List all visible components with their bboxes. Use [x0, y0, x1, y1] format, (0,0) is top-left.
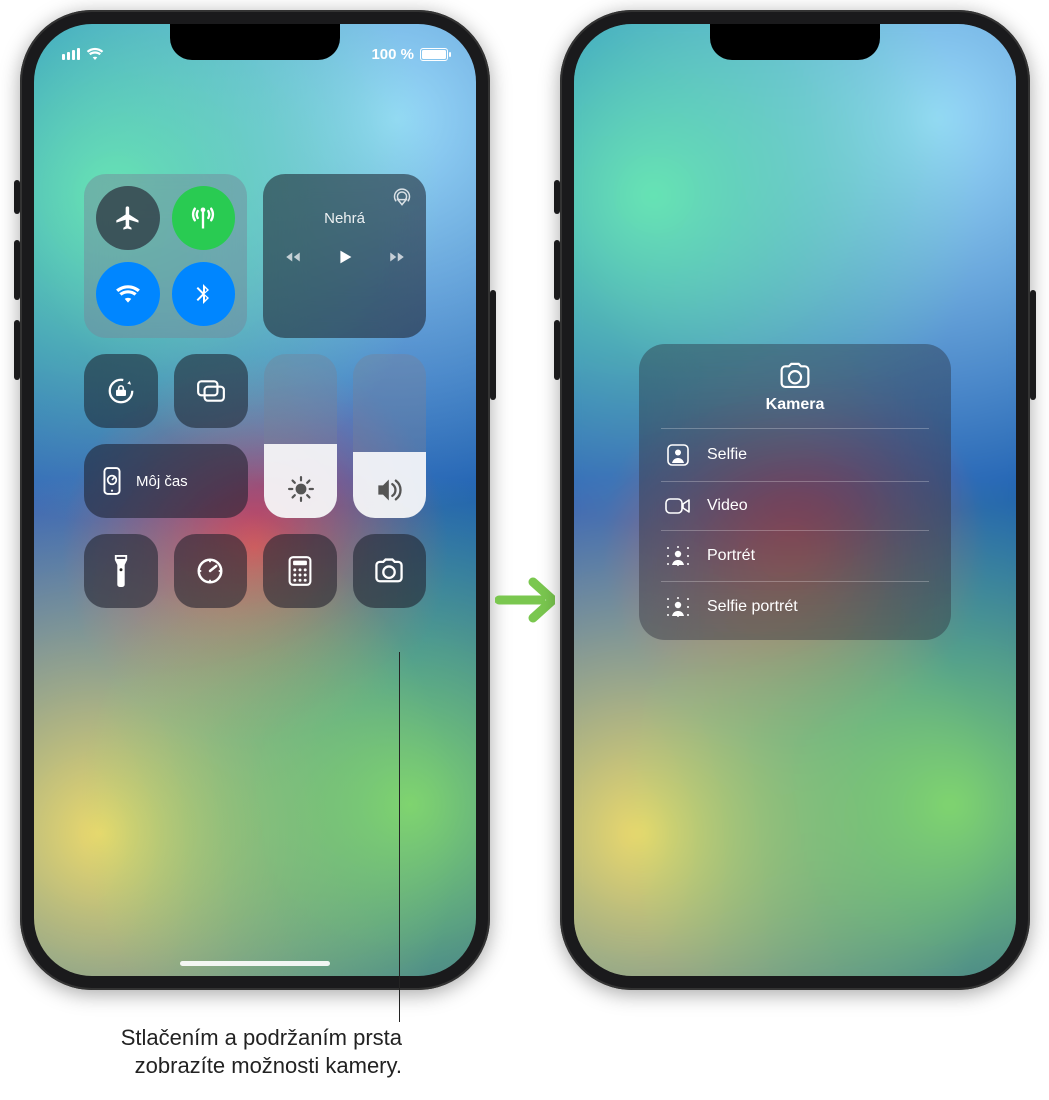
brightness-slider[interactable] — [264, 354, 337, 518]
lock-rotation-icon — [106, 376, 136, 406]
mute-switch — [14, 180, 20, 214]
connectivity-group[interactable] — [84, 174, 247, 338]
camera-button[interactable] — [353, 534, 427, 608]
callout-line2: zobrazíte možnosti kamery. — [135, 1053, 402, 1078]
cellular-data-toggle[interactable] — [172, 186, 236, 250]
camera-menu-item-label: Portrét — [707, 547, 755, 565]
wifi-toggle[interactable] — [96, 262, 160, 326]
brightness-icon — [288, 476, 314, 502]
callout-leader-line — [399, 652, 400, 1022]
video-icon — [665, 496, 691, 516]
timer-button[interactable] — [174, 534, 248, 608]
airplane-icon — [114, 204, 142, 232]
portrait-icon — [665, 545, 691, 567]
callout-text: Stlačením a podržaním prsta zobrazíte mo… — [10, 1024, 402, 1079]
side-button — [490, 290, 496, 400]
camera-menu-item-label: Selfie — [707, 446, 747, 464]
control-center: Nehrá — [84, 174, 426, 608]
flashlight-icon — [112, 555, 130, 587]
battery-icon — [420, 48, 448, 61]
volume-up-button — [554, 240, 560, 300]
camera-menu-item-label: Selfie portrét — [707, 598, 798, 616]
calculator-icon — [288, 556, 312, 586]
next-track-icon[interactable] — [386, 248, 408, 266]
portrait-selfie-icon — [665, 596, 691, 618]
airplane-mode-toggle[interactable] — [96, 186, 160, 250]
volume-down-button — [554, 320, 560, 380]
previous-track-icon[interactable] — [282, 248, 304, 266]
wifi-icon — [86, 47, 104, 61]
iphone-right-frame: Kamera Selfie Video — [560, 10, 1030, 990]
iphone-right-screen: Kamera Selfie Video — [574, 24, 1016, 976]
media-title: Nehrá — [324, 210, 365, 227]
callout-line1: Stlačením a podržaním prsta — [121, 1025, 402, 1050]
home-indicator[interactable] — [180, 961, 330, 966]
notch — [710, 24, 880, 60]
camera-menu-item-video[interactable]: Video — [661, 481, 929, 530]
flashlight-button[interactable] — [84, 534, 158, 608]
volume-icon — [376, 478, 404, 502]
cellular-signal-icon — [62, 48, 80, 60]
camera-menu-title: Kamera — [661, 396, 929, 414]
notch — [170, 24, 340, 60]
play-icon[interactable] — [334, 245, 356, 269]
person-square-icon — [665, 443, 691, 467]
side-button — [1030, 290, 1036, 400]
screen-time-icon — [100, 467, 124, 495]
bluetooth-toggle[interactable] — [172, 262, 236, 326]
screen-mirroring-button[interactable] — [174, 354, 248, 428]
antenna-icon — [189, 204, 217, 232]
calculator-button[interactable] — [263, 534, 337, 608]
camera-menu-item-portrait[interactable]: Portrét — [661, 530, 929, 581]
orientation-lock-toggle[interactable] — [84, 354, 158, 428]
camera-icon — [373, 558, 405, 584]
camera-menu-item-label: Video — [707, 497, 748, 515]
screen-time-label: Môj čas — [136, 473, 188, 490]
iphone-left-screen: 100 % — [34, 24, 476, 976]
battery-percent: 100 % — [371, 46, 414, 63]
screen-time-button[interactable]: Môj čas — [84, 444, 248, 518]
volume-up-button — [14, 240, 20, 300]
iphone-left-frame: 100 % — [20, 10, 490, 990]
screen-mirroring-icon — [196, 378, 226, 404]
camera-icon — [778, 362, 812, 390]
airplay-icon[interactable] — [392, 188, 412, 208]
volume-slider[interactable] — [353, 354, 426, 518]
timer-icon — [195, 556, 225, 586]
bluetooth-icon — [191, 280, 215, 308]
volume-down-button — [14, 320, 20, 380]
camera-menu-item-selfie-portrait[interactable]: Selfie portrét — [661, 581, 929, 632]
arrow-icon — [495, 570, 555, 630]
camera-menu-item-selfie[interactable]: Selfie — [661, 428, 929, 481]
camera-context-menu: Kamera Selfie Video — [639, 344, 951, 640]
media-playback-tile[interactable]: Nehrá — [263, 174, 426, 338]
mute-switch — [554, 180, 560, 214]
wifi-icon — [115, 284, 141, 304]
